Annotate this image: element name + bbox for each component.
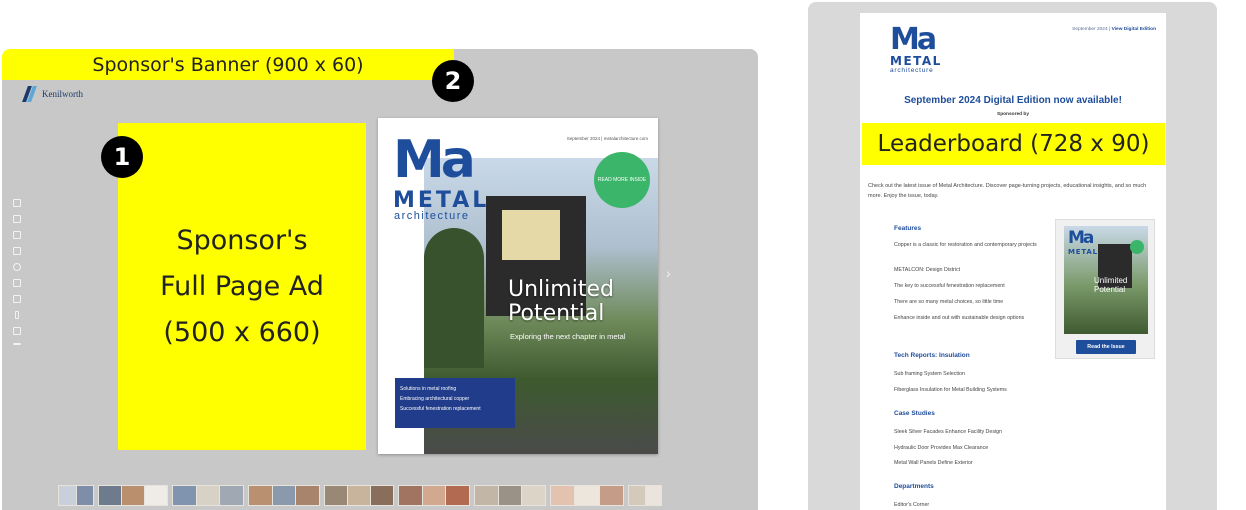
fullscreen-icon[interactable] — [13, 295, 21, 303]
callout-badge-1: 1 — [101, 136, 143, 178]
sponsor-banner-label: Sponsor's Banner (900 x 60) — [92, 53, 364, 76]
full-page-ad-line-3: (500 x 660) — [163, 316, 321, 348]
thumbnail-strip — [58, 485, 662, 506]
publisher-name: Kenilworth — [42, 89, 83, 99]
email-body: Ma METAL architecture September 2024 | V… — [860, 13, 1166, 510]
magazine-cover-page[interactable]: September 2024 | metalarchitecture.com M… — [378, 118, 658, 454]
sponsor-banner-ad[interactable]: Sponsor's Banner (900 x 60) — [2, 49, 454, 80]
email-headline: September 2024 Digital Edition now avail… — [904, 95, 1122, 106]
features-item-1[interactable]: Copper is a classic for restoration and … — [894, 241, 1042, 250]
list-icon[interactable] — [13, 215, 21, 223]
tech-reports-item-1[interactable]: Sub framing System Selection — [894, 370, 1042, 379]
features-item-3[interactable]: The key to successful fenestration repla… — [894, 282, 1042, 291]
issue-cover-card: Ma METAL Unlimited Potential Read the Is… — [1055, 219, 1155, 359]
page-thumbnail[interactable] — [248, 485, 320, 506]
kenilworth-logo-icon — [22, 85, 38, 103]
email-logo-architecture: architecture — [890, 67, 934, 74]
page-thumbnail[interactable] — [172, 485, 244, 506]
cover-seal-badge: READ MORE INSIDE — [594, 152, 650, 208]
email-intro-text: Check out the latest issue of Metal Arch… — [868, 183, 1147, 199]
email-newsletter-preview: Ma METAL architecture September 2024 | V… — [808, 2, 1217, 510]
page-icon[interactable] — [13, 199, 21, 207]
cover-architecture-wordmark: architecture — [394, 210, 470, 222]
email-logo-metal: METAL — [890, 54, 942, 68]
view-digital-edition-link[interactable]: View Digital Edition — [1112, 27, 1156, 32]
flipbook-viewer: Sponsor's Banner (900 x 60) 2 Kenilworth… — [2, 49, 758, 510]
cover-contents-box: Solutions in metal roofing Embracing arc… — [395, 378, 515, 428]
read-the-issue-button[interactable]: Read the Issue — [1076, 340, 1136, 354]
viewer-toolbar — [11, 199, 23, 345]
leaderboard-label: Leaderboard (728 x 90) — [877, 131, 1150, 157]
features-item-2[interactable]: METALCON: Design District — [894, 266, 1042, 275]
cover-contents-item: Embracing architectural copper — [400, 396, 470, 402]
cover-headline-line-1: Unlimited — [508, 277, 614, 302]
page-thumbnail[interactable] — [398, 485, 470, 506]
cover-tagline: Exploring the next chapter in metal — [510, 332, 626, 341]
leaderboard-ad[interactable]: Leaderboard (728 x 90) — [862, 123, 1165, 165]
page-thumbnail[interactable] — [628, 485, 662, 506]
mini-cover-headline: Unlimited Potential — [1094, 276, 1128, 294]
case-studies-item-3[interactable]: Metal Wall Panels Define Exterior — [894, 459, 1042, 468]
cover-headline-line-2: Potential — [508, 301, 605, 326]
features-heading: Features — [894, 225, 922, 232]
full-page-ad-line-2: Full Page Ad — [160, 270, 324, 302]
page-thumbnail[interactable] — [98, 485, 168, 506]
email-logo-ma: Ma — [890, 22, 937, 57]
departments-heading: Departments — [894, 483, 934, 490]
features-item-5[interactable]: Enhance inside and out with sustainable … — [894, 314, 1042, 323]
share-icon[interactable] — [13, 327, 21, 335]
cover-logo: Ma — [393, 130, 476, 190]
email-top-line: September 2024 | View Digital Edition — [1072, 27, 1156, 32]
cover-contents-item: Solutions in metal roofing — [400, 386, 457, 392]
page-thumbnail[interactable] — [474, 485, 546, 506]
case-studies-heading: Case Studies — [894, 410, 935, 417]
mini-cover-logo: Ma — [1068, 228, 1094, 248]
mini-cover-metal: METAL — [1068, 248, 1098, 256]
more-icon[interactable] — [13, 343, 21, 345]
features-item-4[interactable]: There are so many metal choices, so litt… — [894, 298, 1042, 307]
page-thumbnail[interactable] — [550, 485, 624, 506]
case-studies-item-2[interactable]: Hydraulic Door Provides Max Clearance — [894, 444, 1042, 453]
search-icon[interactable] — [13, 263, 21, 271]
page-thumbnail[interactable] — [58, 485, 94, 506]
email-logo[interactable]: Ma METAL architecture — [890, 22, 942, 75]
cover-contents-item: Successful fenestration replacement — [400, 406, 481, 412]
sponsored-by-label: Sponsored by — [997, 112, 1029, 117]
mini-cover-seal — [1130, 240, 1144, 254]
callout-badge-2: 2 — [432, 60, 474, 102]
full-page-ad-line-1: Sponsor's — [176, 224, 308, 256]
cover-headline: Unlimited Potential — [508, 278, 614, 326]
page-thumbnail[interactable] — [324, 485, 394, 506]
publisher-logo[interactable]: Kenilworth — [22, 85, 83, 103]
tech-reports-heading: Tech Reports: Insulation — [894, 352, 970, 359]
next-page-arrow-icon[interactable]: › — [666, 265, 671, 281]
print-icon[interactable] — [13, 231, 21, 239]
email-top-date: September 2024 | — [1072, 27, 1111, 32]
cover-window-shape — [502, 210, 560, 260]
cover-tree-shape — [424, 228, 484, 368]
grid-icon[interactable] — [13, 279, 21, 287]
cover-date-line: September 2024 | metalarchitecture.com — [566, 136, 648, 141]
mini-cover-image[interactable]: Ma METAL Unlimited Potential — [1064, 226, 1148, 334]
bookmark-icon[interactable] — [15, 311, 19, 319]
sponsor-full-page-ad[interactable]: Sponsor's Full Page Ad (500 x 660) — [118, 123, 366, 450]
departments-item-1[interactable]: Editor's Corner — [894, 501, 1042, 510]
tech-reports-item-2[interactable]: Fiberglass Insulation for Metal Building… — [894, 386, 1042, 395]
cloud-icon[interactable] — [13, 247, 21, 255]
case-studies-item-1[interactable]: Sleek Silver Facades Enhance Facility De… — [894, 428, 1042, 437]
